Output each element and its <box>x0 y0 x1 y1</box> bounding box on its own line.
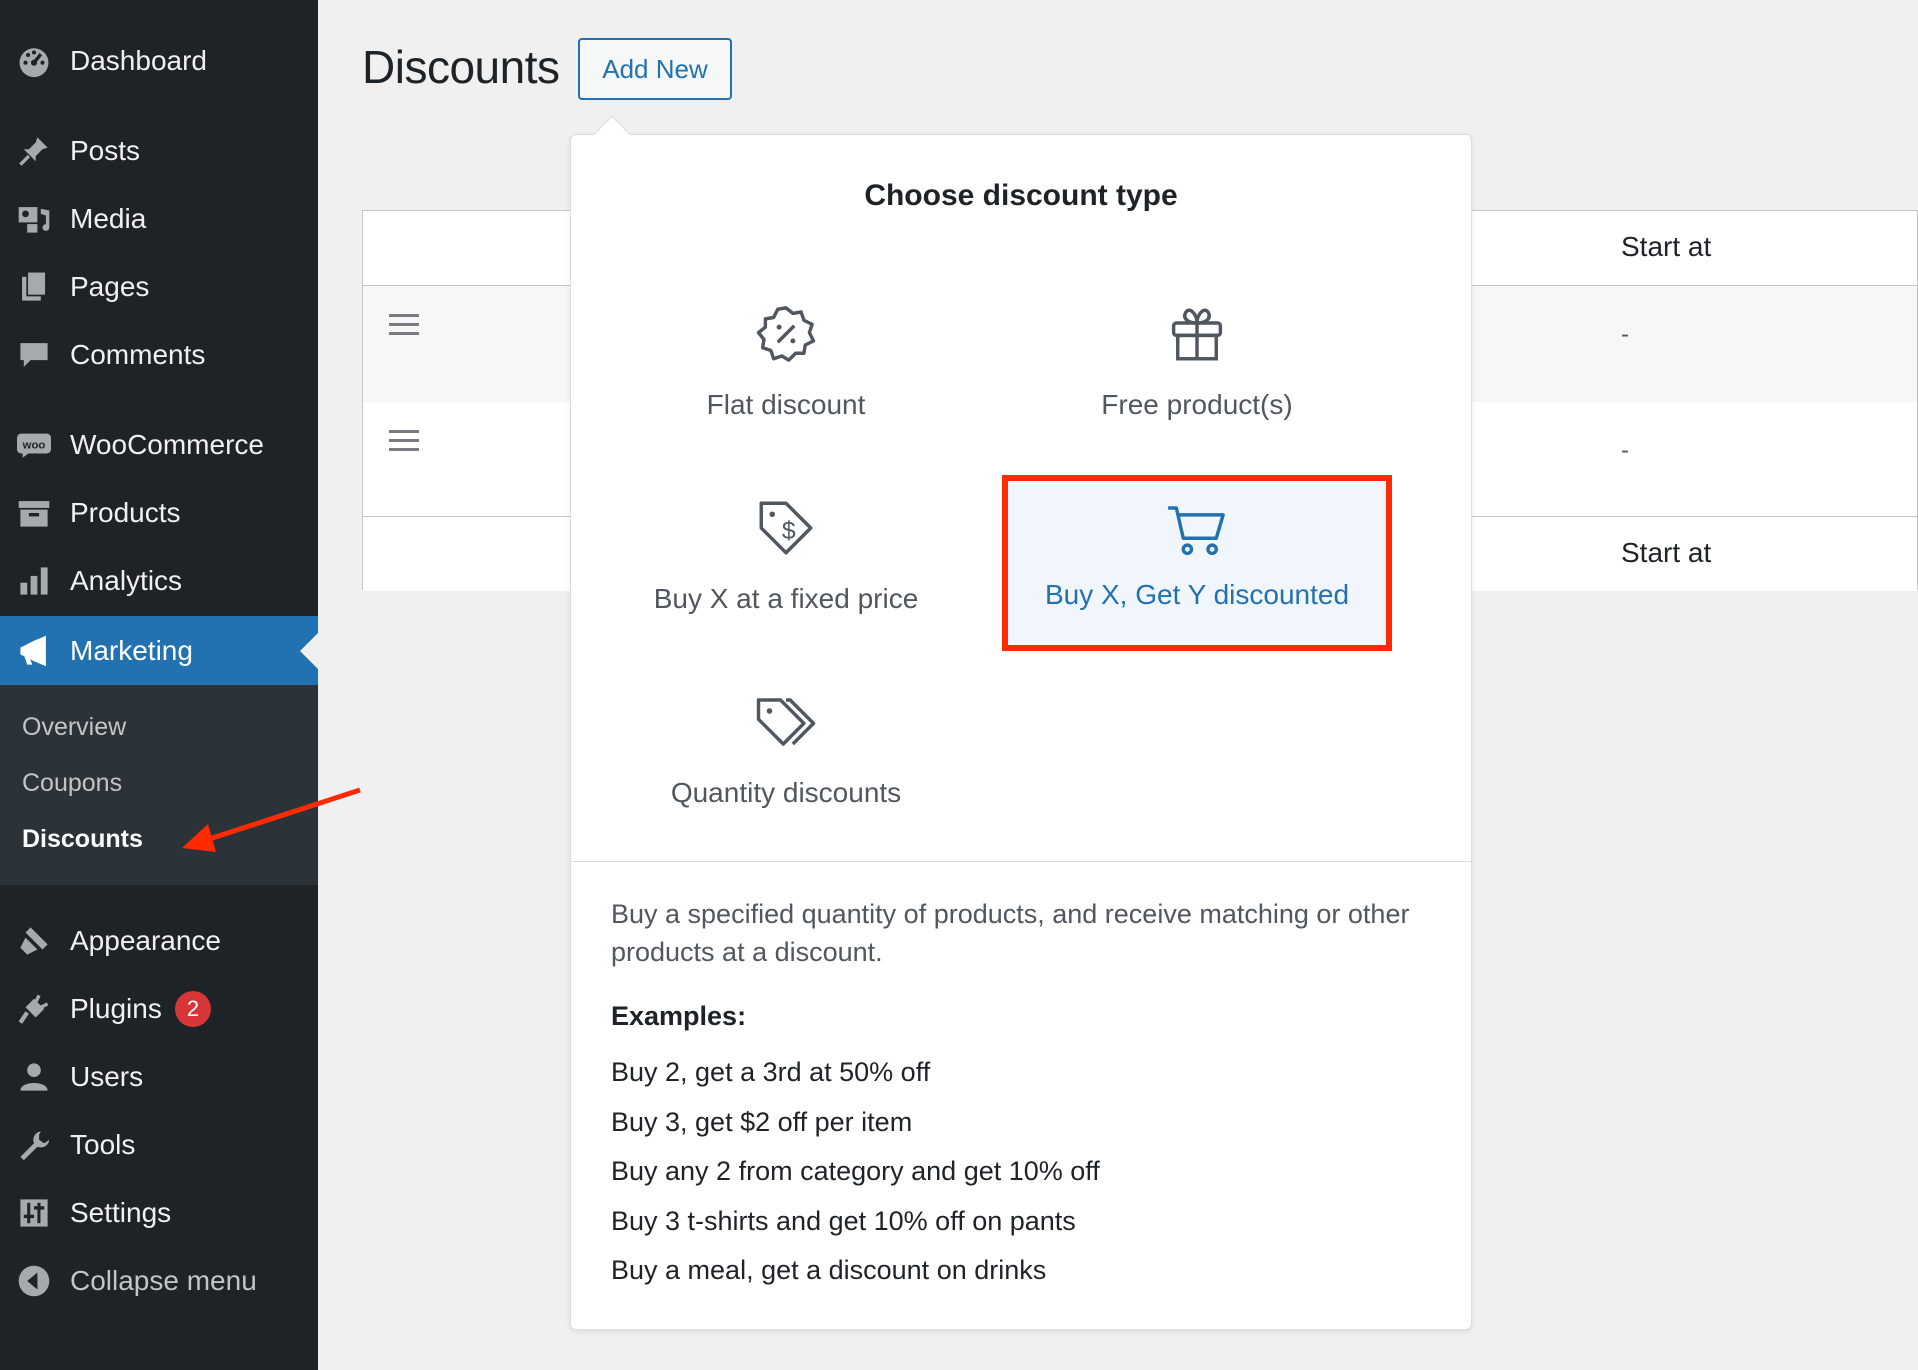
comment-icon <box>14 335 54 375</box>
svg-text:$: $ <box>782 518 796 545</box>
menu-label: Collapse menu <box>70 1265 257 1296</box>
menu-label: Products <box>70 497 181 528</box>
popover-title: Choose discount type <box>864 179 1178 212</box>
menu-label: Pages <box>70 271 150 302</box>
bar-chart-icon <box>14 561 54 601</box>
brush-icon <box>14 921 54 961</box>
example-item: Buy 2, get a 3rd at 50% off <box>611 1057 931 1087</box>
option-label: Buy X, Get Y discounted <box>1044 579 1350 610</box>
pages-icon <box>14 267 54 307</box>
svg-text:woo: woo <box>22 440 46 452</box>
submenu-item-overview[interactable]: Overview <box>22 713 126 742</box>
menu-item-analytics[interactable]: Analytics <box>0 550 318 612</box>
menu-item-posts[interactable]: Posts <box>0 120 318 182</box>
menu-item-tools[interactable]: Tools <box>0 1114 318 1176</box>
popover-pointer <box>593 115 631 153</box>
media-icon <box>14 199 54 239</box>
submenu-item-discounts[interactable]: Discounts <box>22 825 143 854</box>
pin-icon <box>14 131 54 171</box>
menu-label: Plugins <box>70 993 162 1024</box>
start-at-cell: - <box>1621 437 1629 464</box>
discount-type-popover: Choose discount type Flat discount Free … <box>570 115 1472 1330</box>
menu-item-users[interactable]: Users <box>0 1046 318 1108</box>
menu-item-plugins[interactable]: Plugins 2 <box>0 978 318 1040</box>
menu-item-comments[interactable]: Comments <box>0 324 318 386</box>
start-at-cell: - <box>1621 321 1629 348</box>
drag-handle-icon[interactable] <box>389 430 419 454</box>
gift-icon <box>1171 308 1223 361</box>
marketing-submenu: Overview Coupons Discounts <box>0 685 318 885</box>
option-label: Buy X at a fixed price <box>653 583 919 614</box>
example-item: Buy 3, get $2 off per item <box>611 1107 913 1137</box>
menu-label: Media <box>70 203 147 234</box>
option-label: Flat discount <box>706 389 866 420</box>
menu-item-appearance[interactable]: Appearance <box>0 910 318 972</box>
menu-label: Marketing <box>70 635 193 666</box>
add-new-button[interactable]: Add New <box>578 38 732 100</box>
menu-label: Comments <box>70 339 206 370</box>
menu-item-settings[interactable]: Settings <box>0 1182 318 1244</box>
example-item: Buy a meal, get a discount on drinks <box>611 1255 1047 1285</box>
menu-label: Tools <box>70 1129 136 1160</box>
active-indicator <box>300 633 318 669</box>
option-free-products[interactable]: Free product(s) <box>1002 301 1392 471</box>
option-quantity-discounts[interactable]: Quantity discounts <box>591 689 981 859</box>
menu-label: Appearance <box>70 925 222 956</box>
plug-icon <box>14 989 54 1029</box>
menu-label: Posts <box>70 135 141 166</box>
menu-item-pages[interactable]: Pages <box>0 256 318 318</box>
option-flat-discount[interactable]: Flat discount <box>591 301 981 471</box>
collapse-icon <box>14 1261 54 1301</box>
examples-heading: Examples: <box>611 1001 747 1031</box>
sliders-icon <box>14 1193 54 1233</box>
menu-label: Dashboard <box>70 45 207 76</box>
menu-item-products[interactable]: Products <box>0 482 318 544</box>
option-label: Quantity discounts <box>670 777 902 808</box>
example-item: Buy any 2 from category and get 10% off <box>611 1156 1100 1186</box>
update-count-badge: 2 <box>175 991 211 1027</box>
submenu-item-coupons[interactable]: Coupons <box>22 769 122 798</box>
page-title: Discounts <box>362 41 560 93</box>
drag-handle-icon[interactable] <box>389 314 419 338</box>
menu-item-marketing[interactable]: Marketing <box>0 616 318 686</box>
option-buy-x-fixed-price[interactable]: $ Buy X at a fixed price <box>591 495 981 665</box>
option-buy-x-get-y[interactable]: Buy X, Get Y discounted <box>1002 475 1392 651</box>
menu-item-dashboard[interactable]: Dashboard <box>0 30 318 92</box>
menu-label: Analytics <box>70 565 183 596</box>
dashboard-icon <box>14 41 54 81</box>
wrench-icon <box>14 1125 54 1165</box>
megaphone-icon <box>14 631 54 671</box>
menu-label: WooCommerce <box>70 429 264 460</box>
percent-badge-icon <box>756 306 816 362</box>
cart-icon <box>1168 506 1225 556</box>
woo-icon: woo <box>14 425 54 465</box>
archive-icon <box>14 493 54 533</box>
menu-label: Users <box>70 1061 144 1092</box>
menu-item-media[interactable]: Media <box>0 188 318 250</box>
admin-sidebar: Dashboard Posts Media Pages Comments woo… <box>0 0 318 1370</box>
tags-icon <box>756 698 816 746</box>
menu-label: Settings <box>70 1197 172 1228</box>
discount-type-description: Buy a specified quantity of products, an… <box>611 899 1410 967</box>
collapse-menu-button[interactable]: Collapse menu <box>0 1250 318 1312</box>
column-header-start-at[interactable]: Start at <box>1621 231 1711 263</box>
dollar-tag-icon: $ <box>759 501 813 555</box>
example-item: Buy 3 t-shirts and get 10% off on pants <box>611 1206 1076 1236</box>
user-icon <box>14 1057 54 1097</box>
column-footer-start-at[interactable]: Start at <box>1621 537 1711 569</box>
menu-item-woocommerce[interactable]: woo WooCommerce <box>0 414 318 476</box>
popover-divider <box>571 861 1471 862</box>
option-label: Free product(s) <box>1101 389 1293 420</box>
